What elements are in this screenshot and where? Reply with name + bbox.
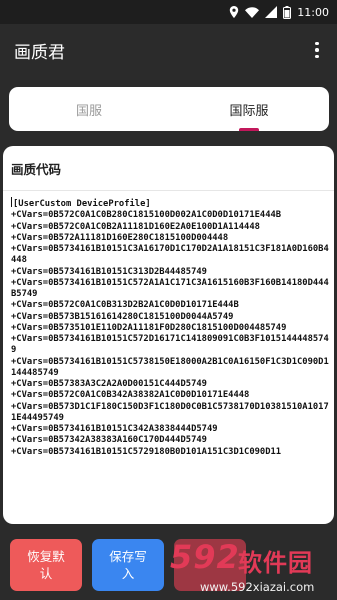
tab-label: 国服 bbox=[75, 103, 102, 119]
location-icon bbox=[229, 6, 239, 18]
app-bar: 画质君 bbox=[0, 24, 337, 76]
code-line: [UserCustom DeviceProfile] bbox=[11, 197, 151, 209]
overflow-menu-icon[interactable] bbox=[307, 35, 327, 65]
site-watermark: 592 软件园 www.592xiazai.com bbox=[168, 538, 336, 598]
code-line: +CVars=0B572A11181D160E280C1815100D00444… bbox=[11, 232, 229, 243]
tab-global-server[interactable]: 国际服 bbox=[169, 87, 329, 131]
wifi-icon bbox=[245, 6, 260, 18]
code-line: +CVars=0B573B15161614280C1815100D0044A57… bbox=[11, 311, 234, 322]
code-line: +CVars=0B572C0A1C0B313D2B2A1C0D0D10171E4… bbox=[11, 300, 239, 311]
status-time: 11:00 bbox=[297, 5, 329, 19]
code-line: +CVars=0B5734161B10151C572A1A1C171C3A161… bbox=[11, 277, 329, 299]
server-tabs: 国服 国际服 bbox=[9, 87, 329, 131]
save-write-label: 保存写入 bbox=[109, 549, 147, 581]
quality-code-card: 画质代码 [UserCustom DeviceProfile] +CVars=0B… bbox=[3, 146, 334, 524]
code-line: +CVars=0B572C0A1C0B280C1815100D002A1C0D0… bbox=[11, 210, 282, 221]
watermark-brand: 592 bbox=[170, 538, 240, 576]
battery-icon bbox=[283, 5, 292, 19]
code-line: +CVars=0B5734161B10151C5738150E18000A2B1… bbox=[11, 356, 329, 378]
code-line: +CVars=0B57383A3C2A2A0D00151C444D5749 bbox=[11, 379, 207, 389]
code-line: +CVars=0B57342A38383A160C170D444D5749 bbox=[11, 435, 207, 446]
code-line: +CVars=0B572C0A1C0B342A38382A1C0D0D10171… bbox=[11, 390, 250, 401]
cellular-signal-icon bbox=[265, 6, 278, 18]
app-title: 画质君 bbox=[14, 42, 65, 63]
tab-label: 国际服 bbox=[229, 103, 269, 119]
code-line: +CVars=0B5734161B10151C5729180B0D101A151… bbox=[11, 446, 282, 457]
tab-cn-server[interactable]: 国服 bbox=[9, 87, 169, 131]
code-textarea[interactable]: [UserCustom DeviceProfile] +CVars=0B572C0… bbox=[11, 197, 329, 524]
save-write-button[interactable]: 保存写入 bbox=[92, 539, 164, 591]
restore-default-button[interactable]: 恢复默认 bbox=[10, 539, 82, 591]
text-cursor bbox=[11, 197, 12, 207]
code-line: +CVars=0B5734161B10151C313D2B44485749 bbox=[11, 266, 207, 277]
card-title: 画质代码 bbox=[3, 146, 334, 191]
status-bar: 11:00 bbox=[0, 0, 337, 24]
tab-active-indicator bbox=[239, 128, 259, 131]
restore-default-label: 恢复默认 bbox=[27, 549, 65, 581]
code-line: +CVars=0B5734161B10151C342A3838444D5749 bbox=[11, 424, 218, 434]
code-line: +CVars=0B5735101E110D2A11181F0D280C18151… bbox=[11, 322, 287, 333]
code-line: +CVars=0B573D1C1F180C150D3F1C180D0C0B1C5… bbox=[11, 401, 329, 423]
code-line: +CVars=0B5734161B10151C572D16171C1418090… bbox=[11, 334, 329, 356]
code-line: +CVars=0B572C0A1C0B2A11181D160E2A0E100D1… bbox=[11, 221, 260, 232]
watermark-cn: 软件园 bbox=[238, 549, 313, 577]
code-line: +CVars=0B5734161B10151C3A16170D1C170D2A1… bbox=[11, 244, 329, 266]
watermark-url: www.592xiazai.com bbox=[200, 580, 315, 594]
